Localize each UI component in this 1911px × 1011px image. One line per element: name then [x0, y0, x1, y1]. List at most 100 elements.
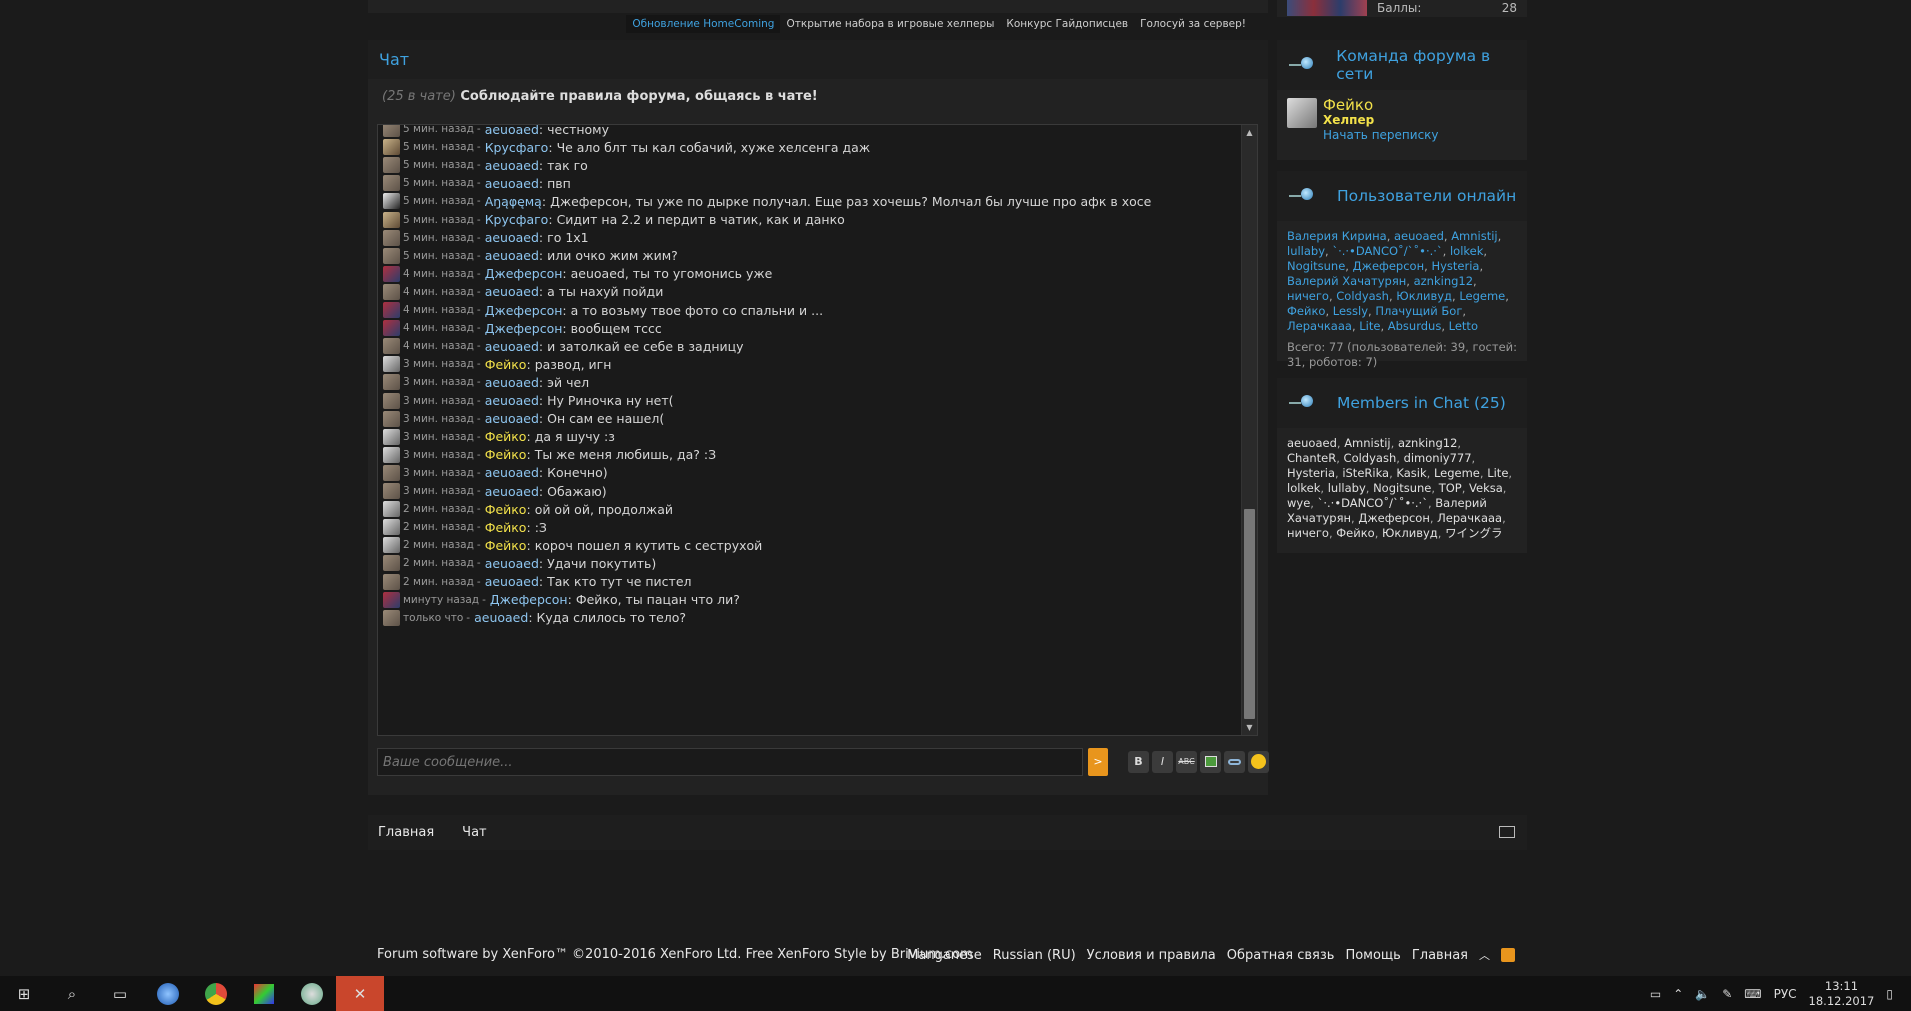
user-link[interactable]: Валерия Кирина — [1287, 229, 1387, 243]
message-username[interactable]: aeuoaed — [485, 230, 539, 245]
message-username[interactable]: aeuoaed — [485, 375, 539, 390]
user-link[interactable]: Джеферсон — [1353, 259, 1425, 273]
volume-icon[interactable]: 🔈 — [1695, 987, 1710, 1001]
user-link[interactable]: Lite — [1487, 466, 1508, 480]
avatar[interactable] — [383, 609, 400, 626]
user-link[interactable]: ChanteR — [1287, 451, 1336, 465]
message-username[interactable]: Фейко — [485, 520, 527, 535]
windows-start-icon[interactable]: ⊞ — [0, 976, 48, 1011]
user-link[interactable]: `·.·•DANCO˚/`˚•·.·` — [1318, 496, 1428, 510]
start-conversation-link[interactable]: Начать переписку — [1323, 128, 1439, 143]
avatar[interactable] — [383, 537, 400, 554]
avatar[interactable] — [383, 410, 400, 427]
user-link[interactable]: Legeme — [1434, 466, 1480, 480]
user-link[interactable]: dimoniy777 — [1404, 451, 1472, 465]
message-username[interactable]: Фейко — [485, 447, 527, 462]
user-link[interactable]: lolkek — [1450, 244, 1483, 258]
user-link[interactable]: Letto — [1449, 319, 1478, 333]
notice-link[interactable]: Открытие набора в игровые хелперы — [780, 15, 1000, 33]
footer-link[interactable]: Russian (RU) — [993, 948, 1076, 963]
scroll-down-arrow-icon[interactable]: ▼ — [1242, 720, 1257, 735]
user-link[interactable]: Amnistij — [1451, 229, 1497, 243]
footer-link[interactable]: Условия и правила — [1087, 948, 1216, 963]
message-username[interactable]: Джеферсон — [485, 303, 563, 318]
network-icon[interactable]: ▭ — [1650, 987, 1661, 1001]
smile-button[interactable] — [1248, 751, 1269, 773]
user-link[interactable]: Hysteria — [1431, 259, 1479, 273]
user-link[interactable]: ничего — [1287, 289, 1329, 303]
avatar[interactable] — [383, 229, 400, 246]
user-link[interactable]: Юкливуд — [1382, 526, 1438, 540]
avatar[interactable] — [383, 555, 400, 572]
avatar[interactable] — [383, 283, 400, 300]
notifications-icon[interactable]: ▯ — [1886, 987, 1893, 1001]
user-link[interactable]: Lite — [1359, 319, 1380, 333]
message-username[interactable]: aeuoaed — [485, 248, 539, 263]
avatar[interactable] — [383, 591, 400, 608]
user-link[interactable]: Coldyash — [1344, 451, 1397, 465]
avatar[interactable] — [383, 446, 400, 463]
message-input[interactable] — [377, 748, 1083, 776]
language-indicator[interactable]: РУС — [1774, 987, 1797, 1001]
staff-name[interactable]: Фейко — [1323, 98, 1439, 113]
avatar[interactable] — [383, 428, 400, 445]
pen-icon[interactable]: ✎ — [1722, 987, 1732, 1001]
user-link[interactable]: Hysteria — [1287, 466, 1335, 480]
message-username[interactable]: aeuoaed — [485, 484, 539, 499]
user-link[interactable]: Amnistij — [1344, 436, 1390, 450]
scroll-thumb[interactable] — [1244, 509, 1255, 719]
avatar[interactable] — [383, 356, 400, 373]
user-link[interactable]: ワイングラ — [1445, 526, 1503, 540]
strike-button[interactable]: ABC — [1176, 751, 1197, 773]
paint-app-icon[interactable] — [288, 976, 336, 1011]
user-link[interactable]: TOP — [1439, 481, 1462, 495]
link-button[interactable] — [1224, 751, 1245, 773]
user-link[interactable]: Юкливуд — [1396, 289, 1452, 303]
search-icon[interactable]: ⌕ — [48, 976, 96, 1011]
user-link[interactable]: ничего — [1287, 526, 1329, 540]
user-link[interactable]: Nogitsune — [1373, 481, 1431, 495]
up-arrow-icon[interactable]: ⌃ — [1673, 987, 1683, 1001]
user-link[interactable]: Фейко — [1336, 526, 1374, 540]
avatar[interactable] — [1287, 98, 1317, 128]
message-username[interactable]: Aŋąφęмą — [485, 194, 542, 209]
message-username[interactable]: Джеферсон — [485, 266, 563, 281]
user-link[interactable]: Лерачкааа — [1437, 511, 1502, 525]
user-link[interactable]: Legeme — [1459, 289, 1505, 303]
window-icon[interactable] — [1499, 826, 1515, 838]
nav-chat[interactable]: Чат — [462, 825, 486, 840]
footer-link[interactable]: Помощь — [1345, 948, 1400, 963]
avatar[interactable] — [383, 464, 400, 481]
user-link[interactable]: iSteRika — [1342, 466, 1389, 480]
avatar[interactable] — [383, 139, 400, 156]
chrome-app-icon[interactable] — [192, 976, 240, 1011]
notice-link[interactable]: Обновление HomeComing — [626, 15, 781, 33]
message-username[interactable]: Джеферсон — [485, 321, 563, 336]
user-link[interactable]: Фейко — [1287, 304, 1325, 318]
user-link[interactable]: Плачущий Бог — [1375, 304, 1462, 318]
user-link[interactable]: `·.·•DANCO˚/`˚•·.·` — [1332, 244, 1442, 258]
message-username[interactable]: aeuoaed — [485, 125, 539, 137]
message-username[interactable]: Фейко — [485, 502, 527, 517]
user-link[interactable]: Kasik — [1396, 466, 1426, 480]
message-username[interactable]: aeuoaed — [485, 411, 539, 426]
user-link[interactable]: lullaby — [1328, 481, 1366, 495]
footer-link[interactable]: Обратная связь — [1227, 948, 1335, 963]
avatar[interactable] — [383, 320, 400, 337]
keyboard-icon[interactable]: ⌨ — [1744, 987, 1761, 1001]
avatar[interactable] — [383, 211, 400, 228]
user-link[interactable]: aeuoaed — [1394, 229, 1444, 243]
user-link[interactable]: Nogitsune — [1287, 259, 1345, 273]
message-username[interactable]: aeuoaed — [485, 574, 539, 589]
browser-app-icon[interactable] — [144, 976, 192, 1011]
avatar[interactable] — [383, 247, 400, 264]
avatar[interactable] — [383, 573, 400, 590]
message-username[interactable]: aeuoaed — [485, 176, 539, 191]
image-button[interactable] — [1200, 751, 1221, 773]
user-link[interactable]: Лерачкааа — [1287, 319, 1352, 333]
task-view-icon[interactable]: ▭ — [96, 976, 144, 1011]
bold-button[interactable]: B — [1128, 751, 1149, 773]
message-username[interactable]: Фейко — [485, 538, 527, 553]
message-username[interactable]: Фейко — [485, 357, 527, 372]
user-link[interactable]: Lessly — [1333, 304, 1368, 318]
